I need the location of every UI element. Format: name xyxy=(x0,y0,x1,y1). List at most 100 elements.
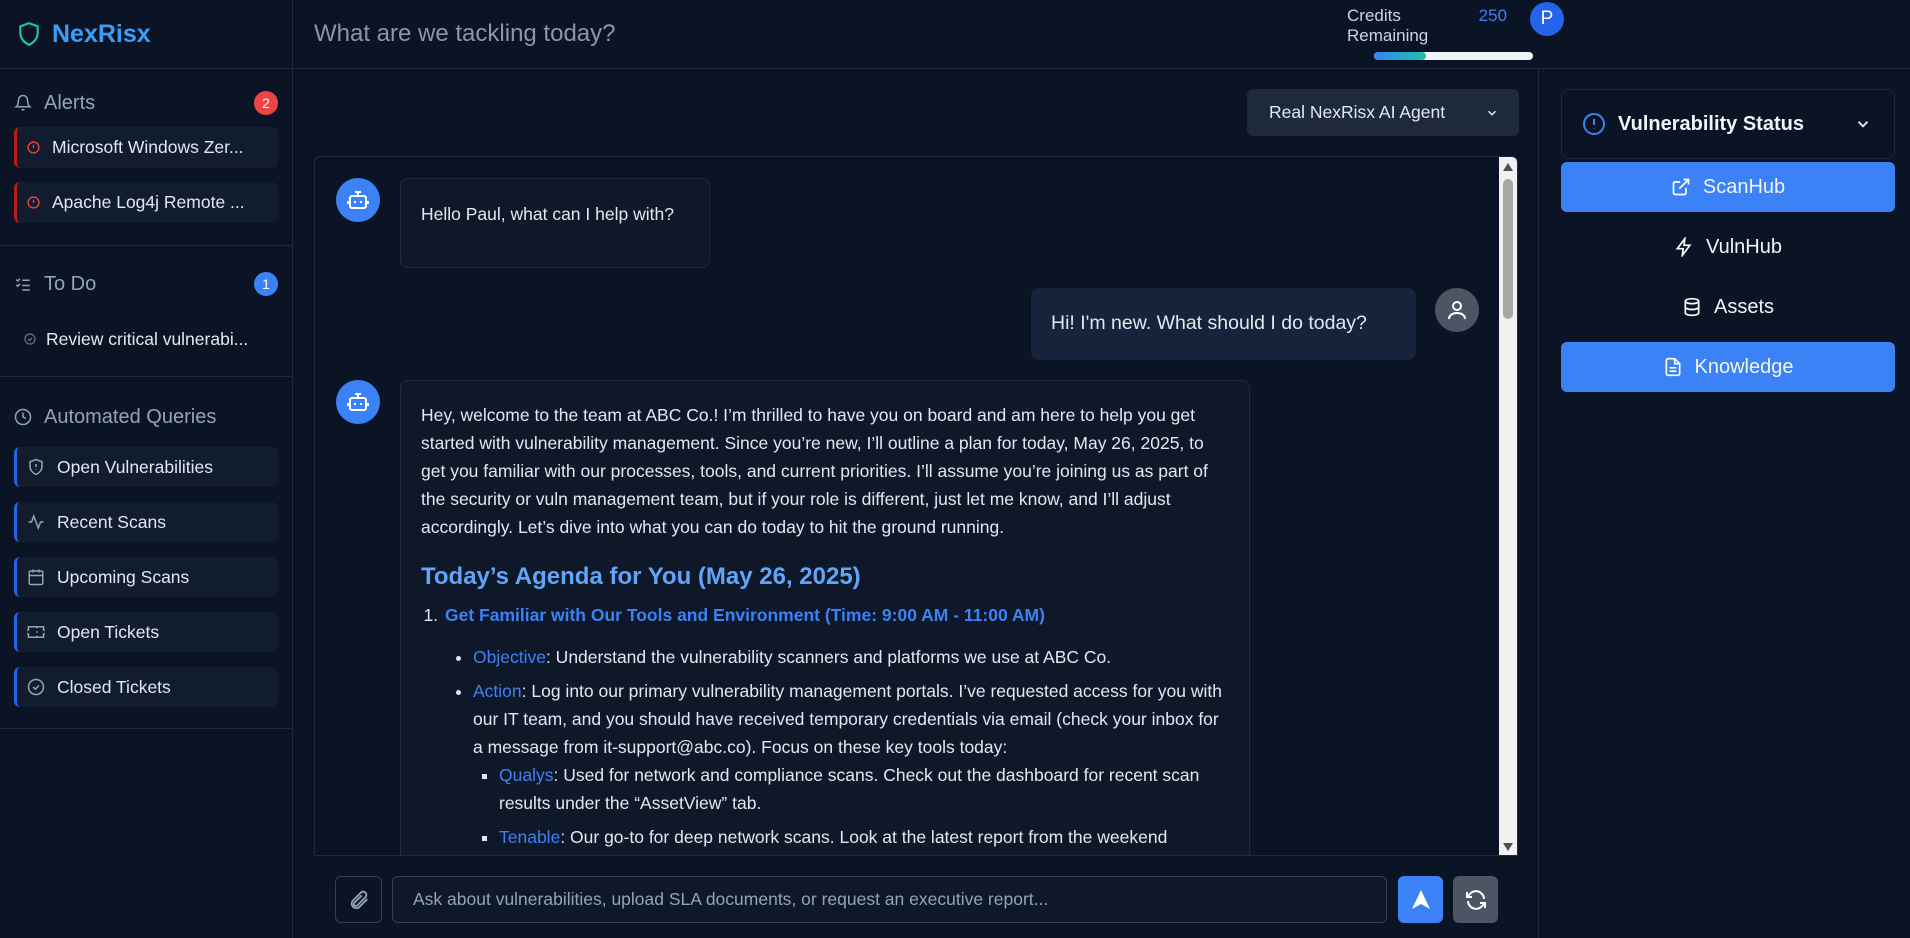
nav-scanhub[interactable]: ScanHub xyxy=(1561,162,1895,212)
alert-item[interactable]: Apache Log4j Remote ... xyxy=(14,182,278,223)
qualys-label: Qualys xyxy=(499,765,554,785)
step-details: Objective: Understand the vulnerability … xyxy=(473,643,1229,851)
agenda-list: Get Familiar with Our Tools and Environm… xyxy=(443,601,1229,851)
credits-widget: Credits Remaining 250 xyxy=(1347,6,1533,60)
brand-name: NexRisx xyxy=(52,19,151,48)
alerts-title: Alerts xyxy=(44,91,96,114)
query-open-vulnerabilities[interactable]: Open Vulnerabilities xyxy=(14,447,278,487)
send-button[interactable] xyxy=(1398,876,1443,923)
topbar xyxy=(293,0,1910,69)
alert-item[interactable]: Microsoft Windows Zer... xyxy=(14,127,278,168)
zap-icon xyxy=(1675,237,1692,257)
nav-label: VulnHub xyxy=(1706,235,1782,258)
agent-select-value: Real NexRisx AI Agent xyxy=(1269,102,1446,122)
objective-text: : Understand the vulnerability scanners … xyxy=(545,647,1112,667)
credits-progress-bar xyxy=(1374,52,1533,60)
vulnerability-status-title: Vulnerability Status xyxy=(1618,112,1804,135)
chevron-down-icon xyxy=(1857,121,1869,128)
nav-assets[interactable]: Assets xyxy=(1561,282,1895,332)
bot-message-greeting: Hello Paul, what can I help with? xyxy=(400,178,710,268)
task-input[interactable] xyxy=(314,20,1314,48)
todo-label: Review critical vulnerabi... xyxy=(46,328,249,349)
clock-icon xyxy=(14,408,32,426)
todo-item[interactable]: Review critical vulnerabi... xyxy=(14,318,278,360)
user-message: Hi! I'm new. What should I do today? xyxy=(1031,288,1416,360)
alerts-header[interactable]: Alerts 2 xyxy=(14,79,278,127)
chat-scrollbar[interactable] xyxy=(1499,157,1517,855)
todo-count-badge: 1 xyxy=(254,272,278,296)
file-text-icon xyxy=(1665,357,1681,377)
database-icon xyxy=(1684,297,1700,317)
alert-circle-icon xyxy=(27,141,40,154)
right-panel: Vulnerability Status ScanHub VulnHub Ass… xyxy=(1538,69,1910,938)
refresh-button[interactable] xyxy=(1453,876,1498,923)
scroll-thumb[interactable] xyxy=(1503,179,1513,319)
send-icon xyxy=(1411,889,1430,909)
queries-title: Automated Queries xyxy=(44,405,217,428)
queries-header[interactable]: Automated Queries xyxy=(14,393,278,441)
tool-qualys: Qualys: Used for network and compliance … xyxy=(499,761,1229,817)
step-detail-action: Action: Log into our primary vulnerabili… xyxy=(473,677,1229,851)
nav-label: ScanHub xyxy=(1702,175,1786,198)
query-open-tickets[interactable]: Open Tickets xyxy=(14,612,278,652)
activity-icon xyxy=(28,513,44,531)
alerts-count-badge: 2 xyxy=(254,91,278,115)
action-text: : Log into our primary vulnerability man… xyxy=(473,681,1222,757)
alert-label: Apache Log4j Remote ... xyxy=(52,192,245,212)
user-avatar[interactable]: P xyxy=(1530,2,1564,36)
check-circle-icon xyxy=(27,678,45,696)
bell-icon xyxy=(14,94,32,111)
credits-label: Credits Remaining xyxy=(1347,6,1429,45)
todo-header[interactable]: To Do 1 xyxy=(14,260,278,308)
query-label: Open Tickets xyxy=(57,621,160,642)
calendar-icon xyxy=(28,569,44,586)
attach-button[interactable] xyxy=(335,876,382,923)
chat-panel[interactable]: Hello Paul, what can I help with? Hi! I'… xyxy=(314,156,1518,856)
objective-label: Objective xyxy=(473,647,546,667)
list-checks-icon xyxy=(15,278,30,291)
user-message-text: Hi! I'm new. What should I do today? xyxy=(1051,312,1367,334)
todo-section: To Do 1 Review critical vulnerabi... xyxy=(0,260,292,377)
shield-logo-icon xyxy=(19,22,39,47)
brand[interactable]: NexRisx xyxy=(0,0,292,69)
refresh-icon xyxy=(1465,889,1486,910)
bot-avatar xyxy=(336,178,380,222)
agent-select[interactable]: Real NexRisx AI Agent xyxy=(1247,89,1519,136)
vulnerability-status-dropdown[interactable]: Vulnerability Status xyxy=(1561,89,1895,159)
scroll-down-arrow[interactable] xyxy=(1503,843,1513,851)
step-detail-objective: Objective: Understand the vulnerability … xyxy=(473,643,1229,671)
bot-greeting-text: Hello Paul, what can I help with? xyxy=(421,204,674,224)
user-icon xyxy=(1448,301,1466,320)
queries-section: Automated Queries Open Vulnerabilities R… xyxy=(0,393,292,729)
nav-vulnhub[interactable]: VulnHub xyxy=(1561,222,1895,272)
circle-check-icon xyxy=(24,333,36,345)
todo-title: To Do xyxy=(44,272,97,295)
credits-value: 250 xyxy=(1478,6,1507,25)
sidebar: NexRisx Alerts 2 Microsoft Windows Zer..… xyxy=(0,0,293,938)
bot-icon xyxy=(347,393,369,411)
tool-list: Qualys: Used for network and compliance … xyxy=(499,761,1229,851)
query-upcoming-scans[interactable]: Upcoming Scans xyxy=(14,557,278,597)
scroll-up-arrow[interactable] xyxy=(1503,163,1513,171)
tenable-label: Tenable xyxy=(499,827,561,847)
chevron-down-icon xyxy=(1487,110,1497,116)
user-chat-avatar xyxy=(1435,288,1479,332)
credits-progress-fill xyxy=(1374,52,1427,60)
tenable-text: : Our go-to for deep network scans. Look… xyxy=(560,827,1168,847)
query-closed-tickets[interactable]: Closed Tickets xyxy=(14,667,278,707)
external-link-icon xyxy=(1672,178,1690,196)
query-recent-scans[interactable]: Recent Scans xyxy=(14,502,278,542)
ticket-icon xyxy=(27,626,45,638)
agenda-title: Today’s Agenda for You (May 26, 2025) xyxy=(421,563,861,590)
nav-label: Knowledge xyxy=(1694,355,1794,378)
info-circle-icon xyxy=(1583,113,1605,135)
qualys-text: : Used for network and compliance scans.… xyxy=(499,765,1200,813)
nav-knowledge[interactable]: Knowledge xyxy=(1561,342,1895,392)
agenda-step: Get Familiar with Our Tools and Environm… xyxy=(443,601,1229,851)
tool-tenable: Tenable: Our go-to for deep network scan… xyxy=(499,823,1229,851)
paperclip-icon xyxy=(350,890,368,909)
query-label: Closed Tickets xyxy=(57,676,171,697)
chat-input[interactable] xyxy=(392,876,1387,923)
bot-intro-text: Hey, welcome to the team at ABC Co.! I’m… xyxy=(421,405,1208,537)
alerts-section: Alerts 2 Microsoft Windows Zer... Apache… xyxy=(0,79,292,246)
